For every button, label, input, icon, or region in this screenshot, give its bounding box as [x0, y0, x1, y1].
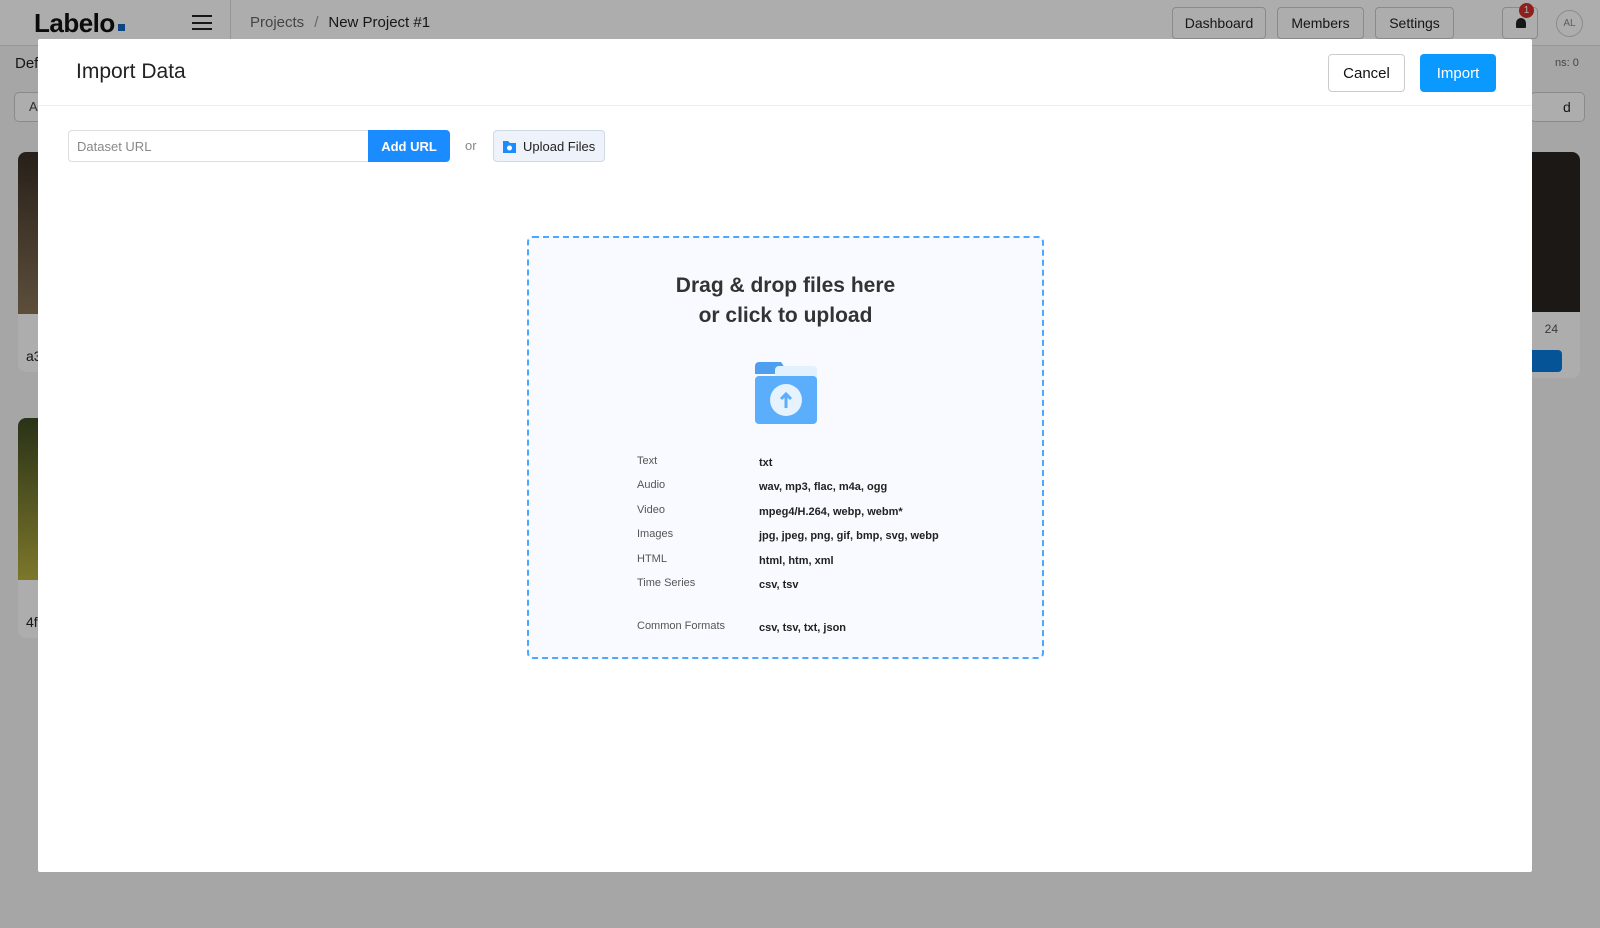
import-button[interactable]: Import	[1420, 54, 1496, 92]
format-type: Video	[637, 504, 665, 516]
format-extensions: txt	[759, 457, 773, 469]
modal-title: Import Data	[76, 60, 186, 83]
upload-files-button[interactable]: Upload Files	[493, 130, 605, 162]
dropzone-line-2: or click to upload	[698, 304, 873, 327]
format-type: Common Formats	[637, 620, 726, 632]
format-type: Text	[637, 455, 658, 467]
format-extensions: csv, tsv	[759, 579, 799, 591]
dropzone-line-1: Drag & drop files here	[675, 274, 896, 297]
format-extensions: html, htm, xml	[759, 555, 834, 567]
format-type: HTML	[637, 553, 667, 565]
cancel-button[interactable]: Cancel	[1328, 54, 1405, 92]
format-type: Time Series	[637, 577, 696, 589]
format-type: Images	[637, 528, 674, 540]
upload-files-label: Upload Files	[523, 138, 596, 154]
add-url-button[interactable]: Add URL	[368, 130, 450, 162]
file-dropzone[interactable]: Drag & drop files here or click to upload…	[527, 236, 1044, 659]
or-label: or	[465, 138, 477, 153]
folder-upload-icon	[755, 362, 817, 424]
format-extensions: mpeg4/H.264, webp, webm*	[759, 506, 903, 518]
format-extensions: wav, mp3, flac, m4a, ogg	[759, 481, 888, 493]
format-extensions: jpg, jpeg, png, gif, bmp, svg, webp	[759, 530, 939, 542]
folder-upload-icon	[503, 140, 516, 153]
format-extensions: csv, tsv, txt, json	[759, 622, 847, 634]
dropzone-title: Drag & drop files here or click to upload	[529, 271, 1042, 331]
dataset-url-input[interactable]	[68, 130, 369, 162]
format-type: Audio	[637, 479, 666, 491]
modal-header: Import Data Cancel Import	[38, 39, 1532, 106]
import-data-modal: Import Data Cancel Import Add URL or Upl…	[38, 39, 1532, 872]
